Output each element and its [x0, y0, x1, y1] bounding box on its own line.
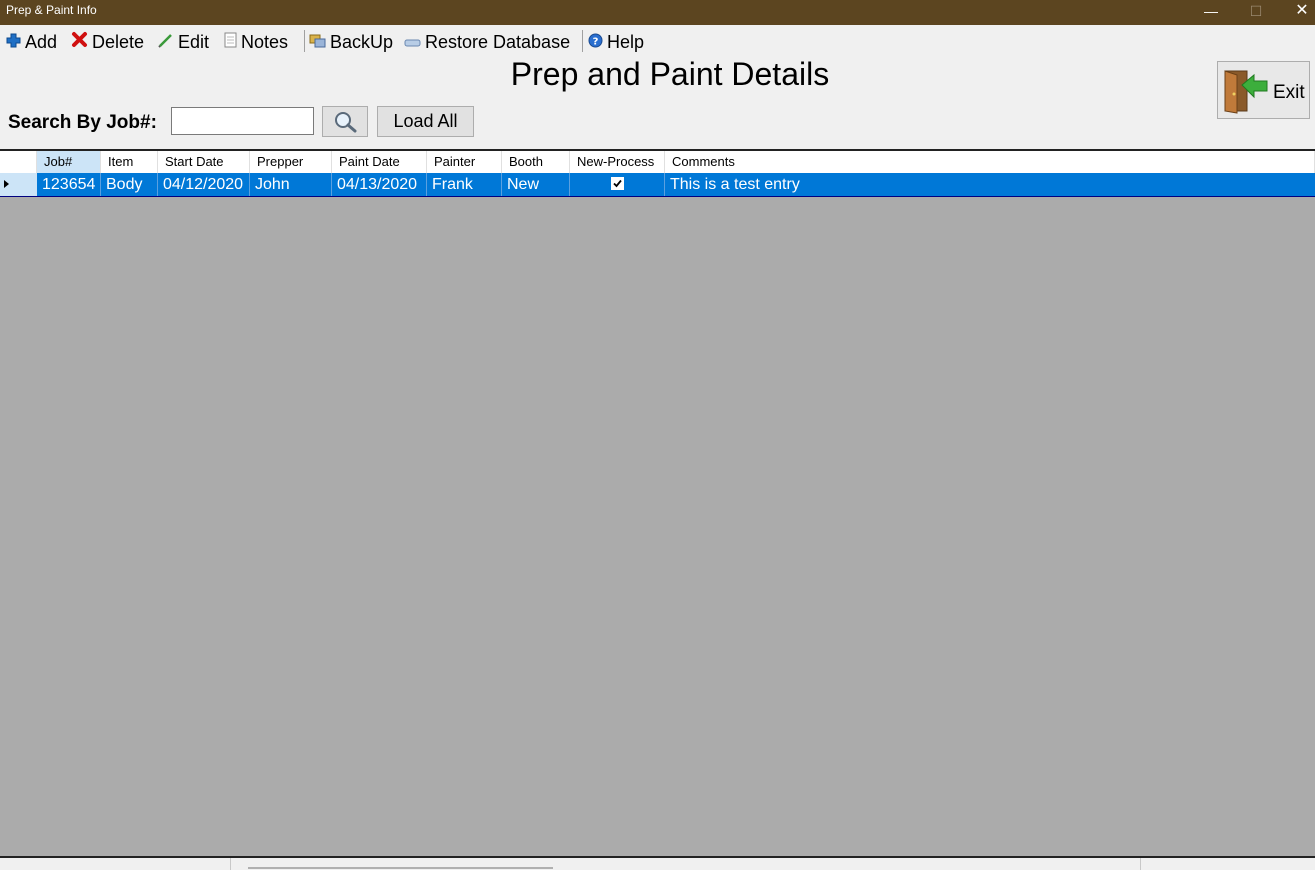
- table-row[interactable]: 123654 Body 04/12/2020 John 04/13/2020 F…: [0, 173, 1315, 197]
- column-header-new-process[interactable]: New-Process: [570, 151, 665, 173]
- column-header-painter[interactable]: Painter: [427, 151, 502, 173]
- new-process-checkbox[interactable]: [611, 177, 624, 190]
- backup-icon: [309, 32, 326, 53]
- svg-text:?: ?: [593, 36, 599, 47]
- menu-bar: Add Delete Edit Notes BackUp Restore Dat…: [0, 25, 1315, 55]
- status-separator: [1140, 858, 1141, 870]
- cell-start-date[interactable]: 04/12/2020: [158, 173, 250, 196]
- cell-prepper[interactable]: John: [250, 173, 332, 196]
- menu-add[interactable]: Add: [6, 31, 57, 53]
- menu-notes-label: Notes: [241, 31, 289, 52]
- cell-paint-date[interactable]: 04/13/2020: [332, 173, 427, 196]
- column-header-job[interactable]: Job#: [37, 151, 101, 173]
- menu-separator: [304, 30, 305, 52]
- plus-icon: [6, 32, 21, 53]
- menu-edit[interactable]: Edit: [158, 31, 209, 53]
- minimize-button[interactable]: —: [1188, 0, 1234, 25]
- menu-help[interactable]: ? Help: [588, 31, 644, 53]
- pencil-icon: [158, 32, 174, 53]
- column-header-prepper[interactable]: Prepper: [250, 151, 332, 173]
- row-pointer-icon: [4, 180, 9, 188]
- column-header-start-date[interactable]: Start Date: [158, 151, 250, 173]
- column-header-item[interactable]: Item: [101, 151, 158, 173]
- status-scroll-track: [248, 867, 553, 869]
- close-button[interactable]: ✕: [1279, 0, 1315, 25]
- load-all-button[interactable]: Load All: [377, 106, 474, 137]
- data-grid[interactable]: Job# Item Start Date Prepper Paint Date …: [0, 151, 1315, 856]
- search-button[interactable]: [322, 106, 368, 137]
- grid-header: Job# Item Start Date Prepper Paint Date …: [0, 151, 1315, 173]
- column-header-comments[interactable]: Comments: [665, 151, 1315, 173]
- column-header-paint-date[interactable]: Paint Date: [332, 151, 427, 173]
- document-icon: [224, 32, 237, 53]
- menu-delete[interactable]: Delete: [71, 31, 144, 53]
- menu-edit-label: Edit: [178, 31, 210, 52]
- cell-new-process[interactable]: [570, 173, 665, 196]
- status-bar: [0, 858, 1315, 870]
- cell-job[interactable]: 123654: [37, 173, 101, 196]
- restore-icon: [404, 32, 421, 53]
- menu-restore[interactable]: Restore Database: [404, 31, 570, 53]
- menu-notes[interactable]: Notes: [224, 31, 288, 53]
- menu-backup[interactable]: BackUp: [309, 31, 393, 53]
- cell-item[interactable]: Body: [101, 173, 158, 196]
- menu-backup-label: BackUp: [330, 31, 394, 52]
- cell-booth[interactable]: New: [502, 173, 570, 196]
- exit-button-label: Exit: [1273, 82, 1305, 103]
- page-title: Prep and Paint Details: [510, 56, 830, 92]
- cell-comments[interactable]: This is a test entry: [665, 173, 1315, 196]
- magnifier-icon: [335, 112, 357, 133]
- column-header-booth[interactable]: Booth: [502, 151, 570, 173]
- x-icon: [71, 31, 88, 53]
- row-header-corner: [0, 151, 37, 173]
- menu-add-label: Add: [25, 31, 58, 52]
- menu-separator: [582, 30, 583, 52]
- search-input[interactable]: [171, 107, 314, 135]
- exit-button[interactable]: Exit: [1217, 61, 1310, 119]
- maximize-button[interactable]: ☐: [1233, 0, 1279, 25]
- row-selector[interactable]: [0, 173, 37, 196]
- checkmark-icon: [613, 179, 622, 188]
- title-bar: Prep & Paint Info — ☐ ✕: [0, 0, 1315, 25]
- menu-delete-label: Delete: [92, 31, 145, 52]
- exit-door-icon: [1222, 67, 1270, 120]
- menu-restore-label: Restore Database: [425, 31, 571, 52]
- status-separator: [230, 858, 231, 870]
- help-icon: ?: [588, 32, 603, 53]
- search-label: Search By Job#:: [8, 112, 157, 133]
- cell-painter[interactable]: Frank: [427, 173, 502, 196]
- window-title: Prep & Paint Info: [6, 3, 97, 17]
- menu-help-label: Help: [607, 31, 645, 52]
